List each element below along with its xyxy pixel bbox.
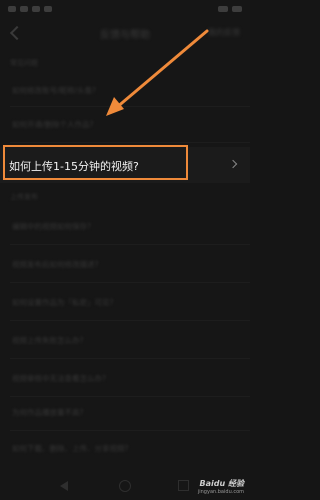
- wifi-icon: [218, 6, 228, 12]
- list-item-label: 编辑中的视频如何保存?: [12, 222, 91, 231]
- chevron-right-icon: [228, 159, 238, 169]
- list-item-label: 如何修改账号/昵称/头像?: [12, 86, 97, 95]
- screen: 反馈与帮助 我的反馈 常见问题 如何修改账号/昵称/头像? 如何开通/删除个人作…: [0, 0, 250, 500]
- divider: [10, 244, 250, 245]
- nav-home-icon[interactable]: [119, 480, 131, 492]
- signal-icon: [8, 6, 16, 12]
- watermark: Baidu 经验 jingyan.baidu.com: [198, 478, 244, 495]
- list-item[interactable]: 如何设置作品为「私密」可见?: [0, 288, 250, 318]
- list-item-label: 视频发布后如何修改描述?: [12, 260, 99, 269]
- status-icons-right: [218, 6, 242, 12]
- list-item[interactable]: 编辑中的视频如何保存?: [0, 212, 250, 242]
- list-item-label: 为何作品播放量不高?: [12, 408, 84, 417]
- list-item-label: 如何设置作品为「私密」可见?: [12, 298, 114, 307]
- list-item[interactable]: 视频上传失败怎么办?: [0, 326, 250, 356]
- list-item-label: 视频上传失败怎么办?: [12, 336, 84, 345]
- divider: [10, 282, 250, 283]
- annotation-highlight-box: [3, 145, 188, 180]
- list-item[interactable]: 如何下载、删除、上传、分享视频?: [0, 434, 250, 464]
- list-item[interactable]: 视频发布后如何修改描述?: [0, 250, 250, 280]
- list-item[interactable]: 如何修改账号/昵称/头像?: [0, 76, 250, 106]
- status-icons-left: [8, 6, 52, 12]
- section-label-upload: 上传发布: [10, 193, 38, 201]
- nav-back-icon[interactable]: [60, 481, 68, 491]
- list-item[interactable]: 为何作品播放量不高?: [0, 398, 250, 428]
- list-item[interactable]: 如何开通/删除个人作品?: [0, 110, 250, 140]
- divider: [10, 142, 250, 143]
- divider: [10, 430, 250, 431]
- watermark-url: jingyan.baidu.com: [197, 489, 244, 495]
- divider: [10, 396, 250, 397]
- list-item-label: 如何开通/删除个人作品?: [12, 120, 94, 129]
- divider: [10, 358, 250, 359]
- watermark-logo: Baidu 经验: [199, 479, 244, 488]
- my-feedback-link[interactable]: 我的反馈: [208, 27, 240, 38]
- list-item-label: 视频审核中无法查看怎么办?: [12, 374, 106, 383]
- nav-recent-apps-icon[interactable]: [178, 480, 189, 491]
- notification-icon: [32, 6, 40, 12]
- list-item[interactable]: 视频审核中无法查看怎么办?: [0, 364, 250, 394]
- app-icon: [44, 6, 52, 12]
- list-item-label: 如何下载、删除、上传、分享视频?: [12, 444, 129, 453]
- status-bar: [0, 0, 250, 20]
- header: 反馈与帮助 我的反馈: [0, 22, 250, 48]
- battery-icon: [232, 6, 242, 12]
- network-icon: [20, 6, 28, 12]
- divider: [10, 106, 250, 107]
- divider: [10, 320, 250, 321]
- section-label-common: 常见问题: [10, 59, 38, 67]
